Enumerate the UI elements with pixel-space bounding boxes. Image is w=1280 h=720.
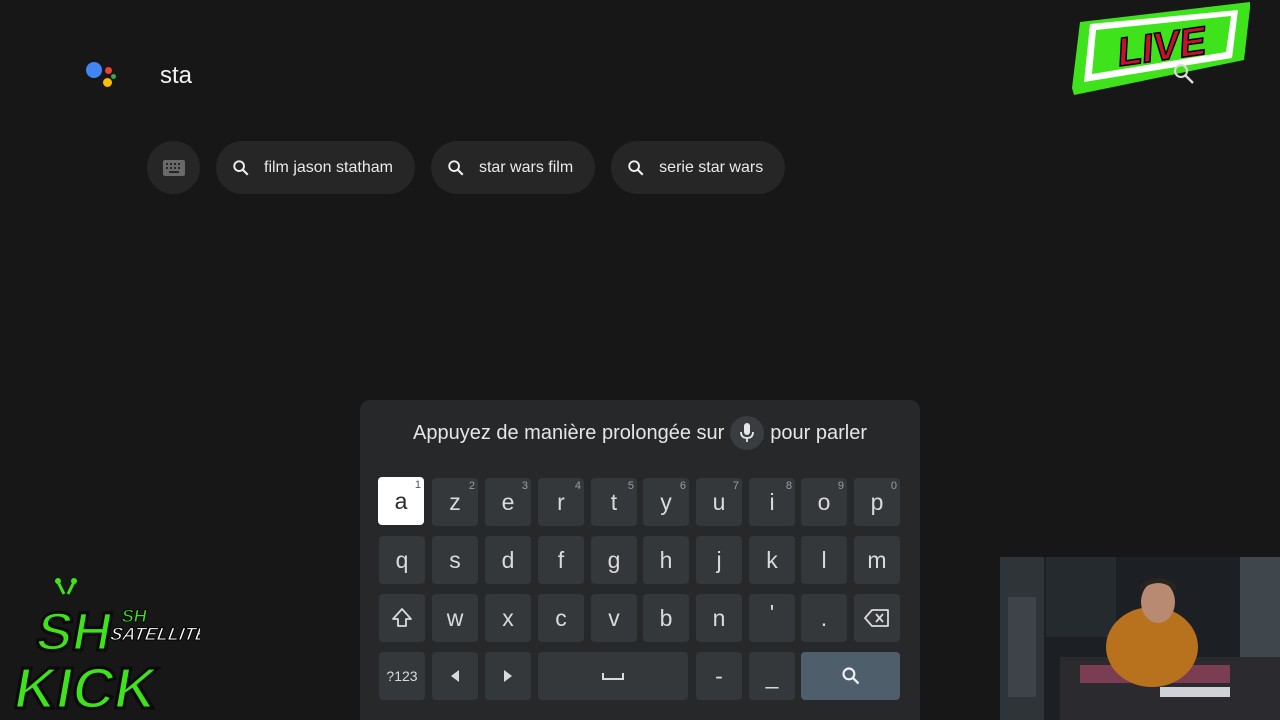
key-label: t <box>610 488 618 515</box>
keyboard-toggle-button[interactable] <box>147 141 200 194</box>
webcam-overlay <box>1000 557 1280 720</box>
logo-kick: KICK <box>9 656 162 720</box>
google-assistant-icon <box>86 60 118 92</box>
key-z[interactable]: z2 <box>432 478 478 526</box>
hint-text-before: Appuyez de manière prolongée sur <box>412 421 725 444</box>
cursor-right-key[interactable] <box>485 652 531 700</box>
live-badge: LIVE <box>1072 2 1250 95</box>
key-number: 1 <box>414 479 421 491</box>
suggestion-label: film jason statham <box>264 158 393 176</box>
key-number: 7 <box>732 480 739 492</box>
key-label: y <box>660 488 672 515</box>
suggestion-label: serie star wars <box>659 158 764 176</box>
key-f[interactable]: f <box>538 536 584 584</box>
key-label: i <box>769 488 775 515</box>
key-underscore[interactable]: _ <box>749 652 795 700</box>
key-c[interactable]: c <box>538 594 584 642</box>
space-key[interactable] <box>538 652 688 700</box>
key-number: 5 <box>627 480 634 492</box>
key-i[interactable]: i8 <box>749 478 795 526</box>
key-s[interactable]: s <box>432 536 478 584</box>
key-e[interactable]: e3 <box>485 478 531 526</box>
key-label: p <box>870 488 884 515</box>
suggestion-chip[interactable]: film jason statham <box>216 141 415 194</box>
key-b[interactable]: b <box>643 594 689 642</box>
key-number: 2 <box>468 480 475 492</box>
key-m[interactable]: m <box>854 536 900 584</box>
key-apostrophe[interactable]: ' <box>749 594 795 642</box>
key-x[interactable]: x <box>485 594 531 642</box>
search-icon <box>841 667 859 685</box>
key-number: 6 <box>679 480 686 492</box>
hint-text-after: pour parler <box>770 421 868 444</box>
suggestion-label: star wars film <box>478 158 574 176</box>
suggestion-chip[interactable]: serie star wars <box>611 141 786 194</box>
search-icon <box>628 159 644 175</box>
key-dash[interactable]: - <box>696 652 742 700</box>
key-w[interactable]: w <box>432 594 478 642</box>
sh-satellite-kick-logo: SH SH SATELLITE KICK <box>8 578 200 720</box>
key-q[interactable]: q <box>379 536 425 584</box>
key-number: 4 <box>574 480 581 492</box>
key-label: u <box>712 488 726 515</box>
suggestion-chip[interactable]: star wars film <box>430 141 596 194</box>
key-n[interactable]: n <box>696 594 742 642</box>
key-number: 9 <box>837 480 844 492</box>
key-period[interactable]: . <box>801 594 847 642</box>
logo-satellite: SATELLITE <box>109 624 200 644</box>
logo-sh: SH <box>32 601 118 662</box>
key-k[interactable]: k <box>749 536 795 584</box>
left-arrow-icon <box>451 670 459 682</box>
key-r[interactable]: r4 <box>538 478 584 526</box>
key-j[interactable]: j <box>696 536 742 584</box>
key-u[interactable]: u7 <box>696 478 742 526</box>
key-g[interactable]: g <box>591 536 637 584</box>
cursor-left-key[interactable] <box>432 652 478 700</box>
search-query[interactable]: sta <box>160 62 192 90</box>
key-d[interactable]: d <box>485 536 531 584</box>
keyboard-icon <box>162 159 185 176</box>
backspace-icon <box>864 609 889 627</box>
key-number: 0 <box>890 480 897 492</box>
key-number: 3 <box>521 480 528 492</box>
key-h[interactable]: h <box>643 536 689 584</box>
symbols-key[interactable]: ?123 <box>379 652 425 700</box>
suggestion-chips: film jason statham star wars film serie … <box>147 141 786 194</box>
key-o[interactable]: o9 <box>801 478 847 526</box>
space-icon <box>602 673 624 680</box>
key-t[interactable]: t5 <box>591 478 637 526</box>
key-label: r <box>557 488 565 515</box>
key-y[interactable]: y6 <box>643 478 689 526</box>
key-a[interactable]: a1 <box>378 477 424 525</box>
search-icon <box>448 159 464 175</box>
key-label: e <box>501 488 515 515</box>
key-l[interactable]: l <box>801 536 847 584</box>
search-icon[interactable] <box>1172 62 1196 86</box>
logo-sh-small: SH <box>120 606 148 626</box>
key-label: o <box>817 488 831 515</box>
key-p[interactable]: p0 <box>854 478 900 526</box>
backspace-key[interactable] <box>854 594 900 642</box>
on-screen-keyboard: Appuyez de manière prolongée sur pour pa… <box>360 400 920 720</box>
key-label: z <box>449 488 461 515</box>
search-key[interactable] <box>801 652 900 700</box>
key-number: 8 <box>785 480 792 492</box>
right-arrow-icon <box>504 670 512 682</box>
key-v[interactable]: v <box>591 594 637 642</box>
shift-icon <box>392 608 412 627</box>
voice-hint: Appuyez de manière prolongée sur pour pa… <box>360 416 920 450</box>
shift-key[interactable] <box>379 594 425 642</box>
search-icon <box>233 159 249 175</box>
webcam-feed <box>1000 557 1280 720</box>
microphone-icon <box>730 416 765 450</box>
key-label: a <box>394 487 408 514</box>
